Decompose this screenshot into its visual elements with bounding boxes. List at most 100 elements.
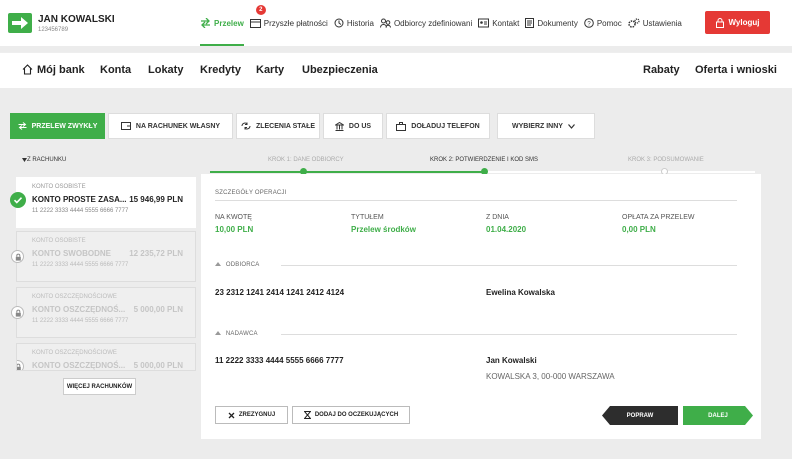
tab-do-us[interactable]: DO US	[323, 113, 383, 139]
nav-label: Pomoc	[596, 18, 622, 28]
menu-karty[interactable]: Karty	[256, 64, 284, 76]
section-recipient-text: ODBIORCA	[225, 262, 260, 268]
close-icon	[228, 412, 235, 418]
account-card-selected[interactable]: KONTO OSOBISTE KONTO PROSTE ZASA... 15 9…	[10, 177, 196, 228]
account-number: 11 2222 3333 4444 5555 6666 7777	[32, 318, 129, 324]
lock-icon	[715, 17, 724, 28]
briefcase-icon	[396, 121, 407, 131]
account-balance: 15 946,99 PLN	[129, 195, 183, 204]
menu-oferta[interactable]: Oferta i wnioski	[695, 64, 777, 76]
tab-label: WYBIERZ INNY	[512, 122, 563, 130]
amount-label: NA KWOTĘ	[215, 214, 252, 221]
logout-button[interactable]: Wyloguj	[705, 11, 770, 34]
section-recipient-title: ODBIORCA	[215, 262, 259, 268]
account-name: KONTO PROSTE ZASA...	[32, 195, 127, 204]
nav-pomoc[interactable]: ? Pomoc	[584, 0, 622, 46]
divider	[215, 200, 737, 201]
next-button[interactable]: DALEJ	[683, 406, 753, 425]
account-name: KONTO OSZCZĘDNOŚ...	[32, 305, 126, 314]
lock-icon	[11, 306, 24, 319]
nav-kontakt[interactable]: Kontakt	[478, 0, 519, 46]
section-operation-title: SZCZEGÓŁY OPERACJI	[215, 190, 287, 196]
tab-zlecenia-stale[interactable]: ZLECENIA STAŁE	[236, 113, 320, 139]
menu-rabaty[interactable]: Rabaty	[643, 64, 680, 76]
tab-label: NA RACHUNEK WŁASNY	[135, 122, 221, 130]
people-icon	[379, 18, 391, 28]
fee-label: OPŁATA ZA PRZELEW	[622, 214, 695, 221]
recipient-name: Ewelina Kowalska	[486, 288, 555, 297]
account-card[interactable]: KONTO OSZCZĘDNOŚCIOWE KONTO OSZCZĘDNOŚ..…	[16, 343, 196, 371]
sender-name: Jan Kowalski	[486, 356, 537, 365]
user-id: 123456789	[38, 27, 69, 33]
check-icon	[10, 192, 26, 208]
pending-label: DODAJ DO OCZEKUJĄCYCH	[314, 412, 399, 418]
account-balance: 12 235,72 PLN	[129, 249, 183, 258]
from-account-text: Z RACHUNKU	[27, 157, 67, 163]
cancel-label: ZREZYGNUJ	[238, 412, 276, 418]
section-sender-text: NADAWCA	[225, 331, 258, 337]
tab-wybierz-inny[interactable]: WYBIERZ INNY	[497, 113, 595, 139]
step-2-label: KROK 2: POTWIERDZENIE I KOD SMS	[430, 157, 539, 163]
divider	[281, 334, 737, 335]
date-label: Z DNIA	[486, 214, 509, 221]
account-card[interactable]: KONTO OSZCZĘDNOŚCIOWE KONTO OSZCZĘDNOŚ..…	[11, 287, 196, 338]
tab-doladuj-telefon[interactable]: DOŁADUJ TELEFON	[386, 113, 490, 139]
nav-odbiorcy[interactable]: Odbiorcy zdefiniowani	[379, 0, 473, 46]
steps-progress-fill	[210, 171, 485, 173]
account-type: KONTO OSOBISTE	[32, 238, 86, 244]
nav-przelew[interactable]: Przelew	[200, 0, 244, 46]
nav-przyszle-platnosci[interactable]: 2 Przyszłe płatności	[249, 0, 328, 46]
tab-label: DO US	[348, 122, 372, 130]
step-3-label: KROK 3: PODSUMOWANIE	[628, 157, 704, 163]
nav-historia[interactable]: Historia	[334, 0, 374, 46]
wallet-icon	[120, 122, 131, 130]
nav-label: Ustawienia	[642, 18, 682, 28]
nav-dokumenty[interactable]: Dokumenty	[525, 0, 578, 46]
main-menu: Mój bank Konta Lokaty Kredyty Karty Ubez…	[0, 52, 792, 88]
title-value: Przelew środków	[351, 225, 416, 234]
bank-logo[interactable]	[8, 13, 32, 33]
home-icon	[22, 64, 33, 75]
notification-badge: 2	[255, 5, 266, 15]
menu-moj-bank[interactable]: Mój bank	[22, 64, 85, 76]
lock-icon	[17, 360, 24, 370]
contact-icon	[478, 18, 490, 28]
more-accounts-button[interactable]: WIĘCEJ RACHUNKÓW	[63, 378, 136, 395]
nav-label: Dokumenty	[537, 18, 578, 28]
transfer-arrows-icon	[201, 18, 210, 28]
tab-label: PRZELEW ZWYKŁY	[31, 122, 98, 130]
caret-down-icon	[22, 158, 27, 162]
menu-konta[interactable]: Konta	[100, 64, 131, 76]
nav-label: Przyszłe płatności	[263, 18, 328, 28]
account-card[interactable]: KONTO OSOBISTE KONTO SWOBODNE 12 235,72 …	[11, 231, 196, 282]
account-balance: 5 000,00 PLN	[133, 361, 183, 370]
fee-value: 0,00 PLN	[622, 225, 656, 234]
top-header: JAN KOWALSKI 123456789 Przelew 2 Przyszł…	[0, 0, 792, 46]
account-name: KONTO OSZCZĘDNOŚ...	[32, 361, 126, 370]
menu-ubezpieczenia[interactable]: Ubezpieczenia	[302, 64, 378, 76]
tab-na-rachunek-wlasny[interactable]: NA RACHUNEK WŁASNY	[108, 113, 233, 139]
tab-label: DOŁADUJ TELEFON	[411, 122, 480, 130]
menu-kredyty[interactable]: Kredyty	[200, 64, 241, 76]
nav-label: Odbiorcy zdefiniowani	[393, 18, 473, 28]
add-to-pending-button[interactable]: DODAJ DO OCZEKUJĄCYCH	[292, 406, 410, 424]
confirmation-panel: SZCZEGÓŁY OPERACJI NA KWOTĘ 10,00 PLN TY…	[201, 174, 761, 439]
menu-lokaty[interactable]: Lokaty	[148, 64, 183, 76]
nav-label: Historia	[346, 18, 374, 28]
from-account-label[interactable]: Z RACHUNKU	[22, 157, 67, 163]
date-value: 01.04.2020	[486, 225, 527, 234]
tab-przelew-zwykly[interactable]: PRZELEW ZWYKŁY	[10, 113, 105, 139]
transfer-arrows-icon	[18, 122, 27, 130]
hourglass-icon	[303, 411, 311, 419]
nav-ustawienia[interactable]: Ustawienia	[627, 0, 682, 46]
cancel-button[interactable]: ZREZYGNUJ	[215, 406, 288, 424]
chevron-down-icon	[568, 123, 575, 129]
section-sender-title: NADAWCA	[215, 331, 258, 337]
lock-icon	[11, 250, 24, 263]
gear-icon	[627, 18, 640, 28]
caret-up-icon	[215, 331, 221, 335]
calendar-icon	[249, 19, 261, 28]
tab-label: ZLECENIA STAŁE	[255, 122, 316, 130]
nav-label: Przelew	[214, 18, 244, 28]
back-button[interactable]: POPRAW	[602, 406, 678, 425]
